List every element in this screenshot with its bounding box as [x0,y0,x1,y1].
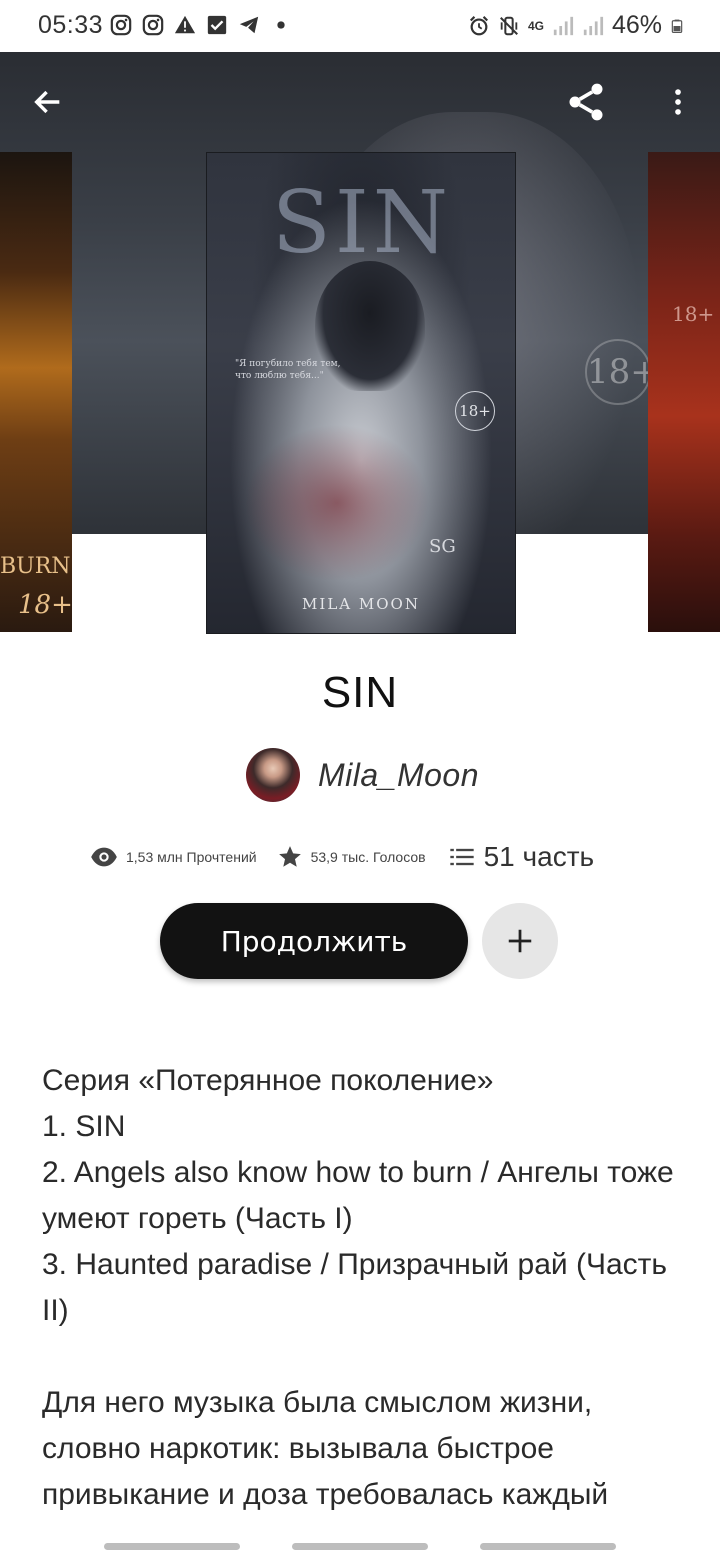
warning-icon [174,15,196,34]
hero-blur-age-badge: 18+ [585,339,659,405]
stat-reads: 1,53 млн Прочтений [90,843,257,871]
plus-icon [508,929,532,953]
battery-icon [671,19,683,33]
description-paragraph: Для него музыка была смыслом жизни, слов… [42,1386,609,1511]
system-icons: 4G 46% [468,11,684,40]
author-avatar[interactable] [246,748,300,802]
cover-right-age: 18+ [672,302,715,326]
add-to-library-button[interactable] [482,903,558,979]
continue-reading-button[interactable]: Продолжить [160,903,468,979]
more-options-button[interactable] [648,72,708,132]
notification-icons [110,14,292,36]
description-line: Серия «Потерянное поколение» [42,1064,494,1097]
nav-home-button[interactable] [292,1543,428,1550]
instagram-icon [110,14,132,36]
telegram-icon [239,16,259,34]
cover-wings-art [237,418,437,588]
back-button[interactable] [18,72,78,132]
dot-icon [277,21,285,29]
author-name[interactable]: Mila_Moon [318,757,479,794]
cover-left-age: 18+ [18,590,72,620]
book-stats: 1,53 млн Прочтений 53,9 тыс. Голосов 51 … [90,832,650,882]
status-bar: 05:33 4G 46% [0,0,720,52]
author-link[interactable]: Mila_Moon [246,747,479,803]
share-button[interactable] [556,72,616,132]
eye-icon [91,847,117,867]
nav-back-button[interactable] [480,1543,616,1550]
book-title: SIN [321,668,399,717]
stat-parts[interactable]: 51 часть [448,841,595,873]
star-icon [278,846,301,867]
signal-icon [583,16,604,35]
description-line: 3. Haunted paradise / Призрачный рай (Ча… [42,1248,668,1327]
description-line: 1. SIN [42,1110,126,1143]
cover-next-book[interactable]: 18+ [648,152,720,632]
cover-age-badge: 18+ [455,391,495,431]
book-description: Серия «Потерянное поколение» 1. SIN 2. A… [42,1058,682,1518]
votes-count: 53,9 тыс. Голосов [310,849,426,865]
parts-count: 51 часть [483,841,595,872]
cover-left-text: BURN [0,554,71,579]
nav-recents-button[interactable] [104,1543,240,1550]
cover-publisher: SG [429,536,456,557]
network-type: 4G [527,18,544,33]
checkbox-icon [207,15,227,35]
arrow-left-icon [34,90,60,114]
description-line: 2. Angels also know how to burn / Ангелы… [42,1156,674,1235]
signal-icon [553,16,574,35]
cover-previous-book[interactable]: BURN 18+ [0,152,72,632]
alarm-icon [469,15,488,35]
list-icon [449,848,474,866]
instagram-icon [142,14,164,36]
stat-votes: 53,9 тыс. Голосов [277,844,426,870]
vibrate-mute-icon [499,16,518,35]
battery-percent: 46% [611,11,662,39]
cover-title-art: SIN [271,173,453,273]
more-vertical-icon [675,89,681,115]
cover-quote: "Я погубило тебя тем, что люблю тебя..." [235,359,341,381]
status-time: 05:33 [38,11,104,39]
reads-count: 1,53 млн Прочтений [126,849,257,865]
share-icon [569,83,603,121]
cover-current-book[interactable]: SIN "Я погубило тебя тем, что люблю тебя… [206,152,516,634]
cover-author: MILA MOON [302,595,420,613]
